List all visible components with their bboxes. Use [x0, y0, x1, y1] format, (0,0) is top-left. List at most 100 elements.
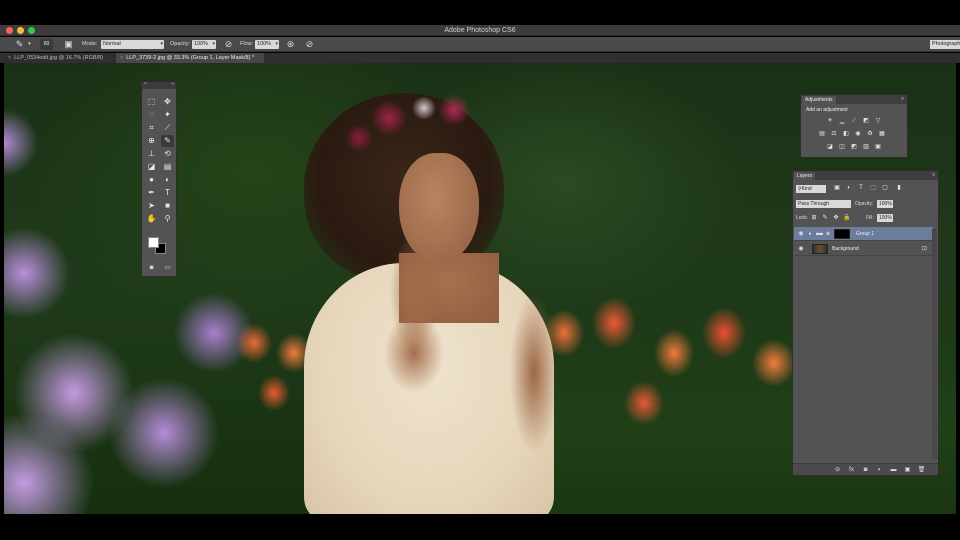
lock-position-icon[interactable]: ✥ — [832, 215, 840, 222]
history-brush-icon[interactable]: ⟲ — [161, 148, 174, 160]
type-tool-icon[interactable]: T — [161, 187, 174, 199]
eraser-icon[interactable]: ◪ — [145, 161, 158, 173]
chevron-down-icon: ▾ — [275, 41, 278, 47]
layer-filter-select[interactable]: ⚲Kind — [796, 185, 826, 193]
gradient-tool-icon[interactable]: ▤ — [161, 161, 174, 173]
tab-document-1[interactable]: × LLP_0534edit.jpg @ 16.7% (RGB/8) — [4, 53, 116, 63]
panel-menu-icon[interactable]: ≡ — [932, 171, 935, 180]
hue-saturation-icon[interactable]: ▤ — [818, 131, 826, 138]
threshold-icon[interactable]: ◩ — [850, 144, 858, 151]
new-group-icon[interactable]: ▬ — [889, 465, 898, 475]
gradient-map-icon[interactable]: ▥ — [862, 144, 870, 151]
photo-filter-icon[interactable]: ◉ — [854, 131, 862, 138]
selective-color-icon[interactable]: ▣ — [874, 144, 882, 151]
filter-toggle-icon[interactable]: ▮ — [895, 185, 903, 192]
close-icon[interactable]: × — [120, 55, 123, 61]
blend-mode-value: Pass Through — [798, 201, 830, 207]
brush-size-picker[interactable]: 60 — [40, 39, 53, 50]
quick-mask-icon[interactable]: ◙ — [145, 262, 158, 274]
collapse-icon[interactable]: « — [171, 81, 174, 87]
pressure-size-icon[interactable]: ⊘ — [304, 39, 315, 50]
close-icon[interactable]: × — [144, 81, 147, 87]
curves-icon[interactable]: ⟋ — [850, 118, 858, 125]
layer-thumbnail[interactable] — [812, 244, 828, 254]
healing-brush-icon[interactable]: ⊕ — [145, 135, 158, 147]
brightness-icon[interactable]: ☀ — [826, 118, 834, 125]
lock-image-icon[interactable]: ✎ — [821, 215, 829, 222]
path-selection-icon[interactable]: ➤ — [145, 200, 158, 212]
filter-shape-icon[interactable]: ⬚ — [869, 185, 877, 192]
flow-input[interactable]: 100% ▾ — [255, 40, 279, 49]
invert-icon[interactable]: ◪ — [826, 144, 834, 151]
chevron-down-icon: ▾ — [160, 41, 163, 47]
posterize-icon[interactable]: ◫ — [838, 144, 846, 151]
opacity-input[interactable]: 100% ▾ — [192, 40, 216, 49]
shape-tool-icon[interactable]: ■ — [161, 200, 174, 212]
new-layer-icon[interactable]: ▣ — [903, 465, 912, 475]
filter-pixel-icon[interactable]: ▣ — [833, 185, 841, 192]
girl-arms-image — [354, 213, 554, 473]
filter-smart-object-icon[interactable]: ▢ — [881, 185, 889, 192]
screen-mode-icon[interactable]: ▭ — [161, 262, 174, 274]
layer-row-background[interactable]: ◉ Background ⊡ — [794, 242, 933, 256]
brush-panel-icon[interactable]: ▣ — [63, 39, 74, 50]
lock-label: Lock: — [796, 215, 808, 221]
eyedropper-icon[interactable]: ⟋ — [161, 122, 174, 134]
airbrush-icon[interactable]: ⊛ — [285, 39, 296, 50]
magic-wand-icon[interactable]: ✦ — [161, 109, 174, 121]
preset-dropdown-icon[interactable]: ▾ — [24, 39, 35, 50]
layer-opacity-input[interactable]: 100% — [877, 200, 893, 208]
black-white-icon[interactable]: ◧ — [842, 131, 850, 138]
adjustments-tab[interactable]: Adjustments — [802, 96, 836, 104]
blur-tool-icon[interactable]: ● — [145, 174, 158, 186]
hand-tool-icon[interactable]: ✋ — [145, 213, 158, 225]
levels-icon[interactable]: ▁ — [838, 118, 846, 125]
blend-mode-select[interactable]: Pass Through — [796, 200, 851, 208]
layers-scrollbar[interactable] — [932, 229, 937, 459]
color-balance-icon[interactable]: ⚖ — [830, 131, 838, 138]
layers-panel-header: Layers ≡ — [793, 171, 938, 180]
mask-link-icon[interactable]: ⊗ — [826, 230, 830, 238]
layers-tab[interactable]: Layers — [794, 172, 816, 180]
lock-all-icon[interactable]: 🔒 — [843, 215, 851, 222]
zoom-tool-icon[interactable]: ⚲ — [161, 213, 174, 225]
dodge-tool-icon[interactable]: ◐ — [161, 174, 174, 186]
pen-tool-icon[interactable]: ✒ — [145, 187, 158, 199]
mode-select[interactable]: Normal ▾ — [101, 40, 164, 49]
new-adjustment-layer-icon[interactable]: ◐ — [875, 465, 884, 475]
crop-tool-icon[interactable]: ⌗ — [145, 122, 158, 134]
tools-panel-grip[interactable]: × « — [142, 81, 176, 89]
filter-type-icon[interactable]: T — [857, 185, 865, 192]
exposure-icon[interactable]: ◩ — [862, 118, 870, 125]
lasso-tool-icon[interactable]: ◌ — [145, 109, 158, 121]
color-lookup-icon[interactable]: ▦ — [878, 131, 886, 138]
tab-document-2[interactable]: × LLP_3739-2.jpg @ 33.3% (Group 1, Layer … — [116, 53, 264, 63]
channel-mixer-icon[interactable]: ♻ — [866, 131, 874, 138]
adjustments-panel: Adjustments ≡ Add an adjustment ☀ ▁ ⟋ ◩ … — [800, 94, 908, 158]
chevron-down-icon: ▾ — [212, 41, 215, 47]
expand-arrow-icon[interactable]: ▸ — [809, 227, 812, 241]
clone-stamp-icon[interactable]: ⊥ — [145, 148, 158, 160]
brush-tool-icon[interactable]: ✎ — [161, 135, 174, 147]
tab-label: LLP_3739-2.jpg @ 33.3% (Group 1, Layer M… — [126, 55, 255, 61]
link-layers-icon[interactable]: ⊖ — [833, 465, 842, 475]
layer-mask-thumbnail[interactable] — [834, 229, 850, 239]
visibility-eye-icon[interactable]: ◉ — [797, 245, 805, 253]
close-icon[interactable]: × — [8, 55, 11, 61]
lock-transparent-icon[interactable]: ⊞ — [810, 215, 818, 222]
vibrance-icon[interactable]: ▽ — [874, 118, 882, 125]
filter-adjustment-icon[interactable]: ◐ — [845, 185, 853, 192]
layer-row-group-1[interactable]: ◉ ▸ ▬ ⊗ Group 1 — [794, 227, 933, 241]
move-tool-icon[interactable]: ✥ — [161, 96, 174, 108]
panel-menu-icon[interactable]: ≡ — [901, 95, 904, 104]
add-mask-icon[interactable]: ◙ — [861, 465, 870, 475]
fill-input[interactable]: 100% — [877, 214, 893, 222]
workspace-switcher[interactable]: Photograph — [930, 40, 960, 49]
visibility-eye-icon[interactable]: ◉ — [797, 230, 805, 238]
foreground-color-swatch[interactable] — [148, 237, 159, 248]
pressure-opacity-icon[interactable]: ⊘ — [223, 39, 234, 50]
layer-style-icon[interactable]: fx — [847, 465, 856, 475]
trash-icon[interactable]: 🗑 — [917, 465, 926, 475]
marquee-tool-icon[interactable]: ⬚ — [145, 96, 158, 108]
tab-label: LLP_0534edit.jpg @ 16.7% (RGB/8) — [14, 55, 103, 61]
